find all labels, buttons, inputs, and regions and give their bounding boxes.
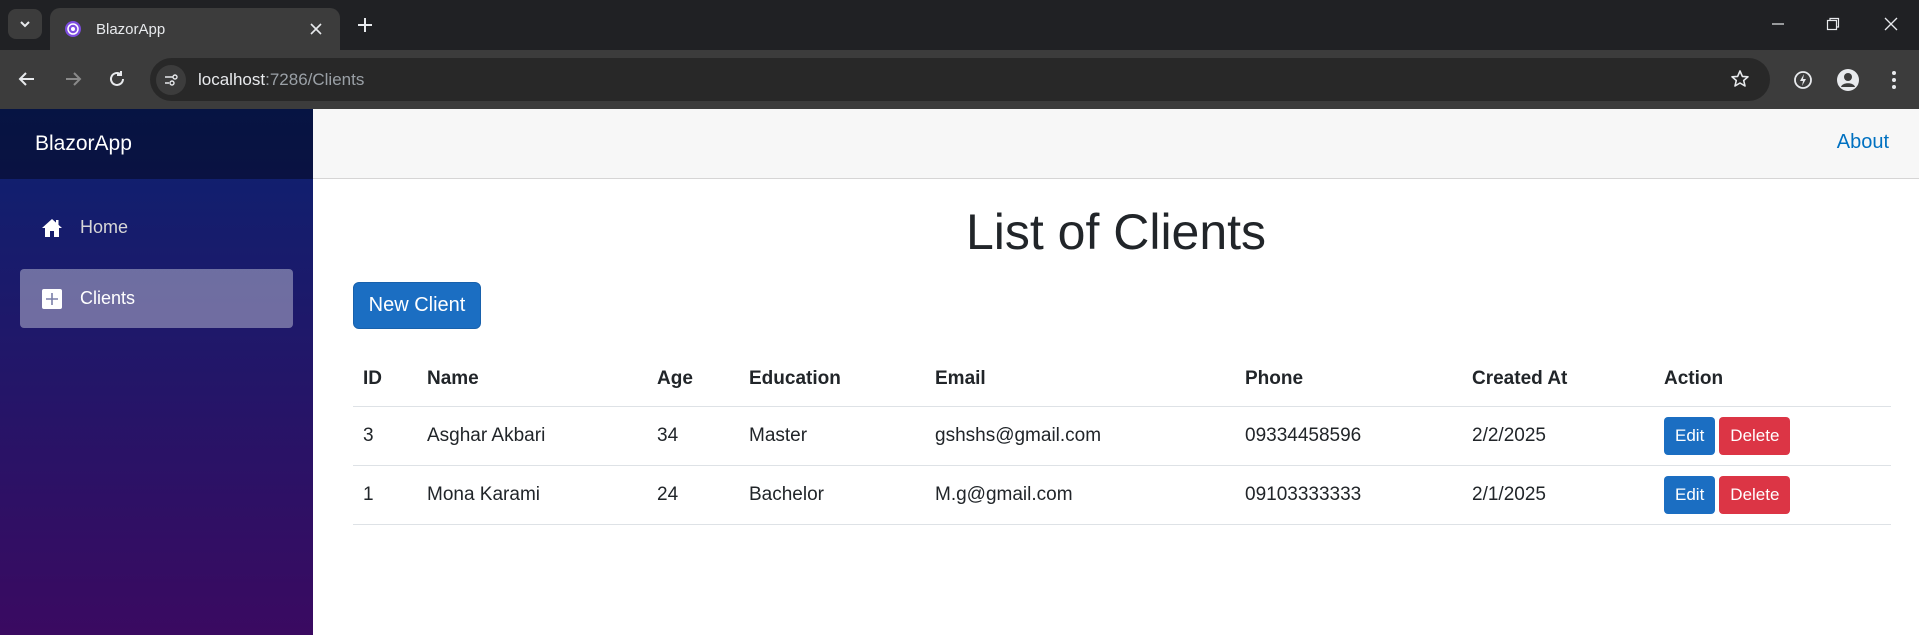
cell-age: 24 (647, 465, 739, 525)
cell-id: 3 (353, 406, 417, 466)
page-title: List of Clients (965, 204, 1267, 260)
top-row: About (313, 109, 1919, 179)
tab-title: BlazorApp (96, 20, 166, 38)
address-bar[interactable]: localhost:7286/Clients (150, 58, 1770, 101)
new-tab-button[interactable] (352, 12, 378, 38)
sidebar-item-clients[interactable]: Clients (20, 269, 293, 328)
cell-phone: 09103333333 (1235, 465, 1462, 525)
cell-name: Mona Karami (417, 465, 647, 525)
forward-button[interactable] (60, 66, 86, 92)
table-row: 3 Asghar Akbari 34 Master gshshs@gmail.c… (353, 406, 1891, 466)
url-text: localhost:7286/Clients (198, 70, 364, 90)
profile-avatar[interactable] (1834, 66, 1862, 94)
column-header: Name (417, 353, 647, 407)
edit-button[interactable]: Edit (1664, 416, 1716, 455)
column-header: Age (647, 353, 739, 407)
home-icon (40, 216, 64, 240)
brand-bar: BlazorApp (0, 109, 313, 179)
cell-education: Master (739, 406, 925, 466)
column-header: Education (739, 353, 925, 407)
minimize-icon (1772, 23, 1784, 25)
close-icon (1884, 17, 1898, 31)
arrow-right-icon (66, 72, 82, 86)
delete-button[interactable]: Delete (1719, 416, 1791, 455)
sidebar-item-label: Clients (80, 288, 136, 308)
window-close-button[interactable] (1879, 12, 1903, 36)
bookmark-star-icon[interactable] (1728, 67, 1752, 91)
main-content: About List of Clients New Client ID Name… (313, 109, 1919, 635)
close-icon[interactable] (306, 19, 326, 39)
new-client-button[interactable]: New Client (353, 282, 481, 329)
arrow-left-icon (18, 72, 34, 86)
browser-tab[interactable]: BlazorApp (50, 8, 340, 50)
person-icon (1837, 69, 1859, 91)
cell-actions: Edit Delete (1654, 465, 1891, 525)
tab-search-button[interactable] (8, 9, 42, 39)
cell-email: M.g@gmail.com (925, 465, 1235, 525)
sidebar: BlazorApp Home Clients (0, 109, 313, 635)
back-button[interactable] (14, 66, 40, 92)
restore-icon (1826, 17, 1840, 31)
cell-actions: Edit Delete (1654, 406, 1891, 466)
column-header: ID (353, 353, 417, 407)
cell-email: gshshs@gmail.com (925, 406, 1235, 466)
column-header: Created At (1462, 353, 1654, 407)
clients-table: ID Name Age Education Email Phone Create… (353, 353, 1891, 525)
cell-name: Asghar Akbari (417, 406, 647, 466)
column-header: Phone (1235, 353, 1462, 407)
browser-toolbar: localhost:7286/Clients (0, 50, 1919, 109)
blazor-app: BlazorApp Home Clients About List of Cli… (0, 109, 1919, 635)
url-path: :7286/Clients (265, 69, 365, 89)
column-header: Action (1654, 353, 1891, 407)
sidebar-item-label: Home (80, 217, 129, 237)
browser-tab-bar: BlazorApp (0, 0, 1919, 50)
plus-icon (358, 18, 372, 32)
url-host: localhost (198, 69, 266, 89)
app-brand[interactable]: BlazorApp (35, 132, 132, 156)
menu-kebab-icon[interactable] (1880, 66, 1908, 94)
table-row: 1 Mona Karami 24 Bachelor M.g@gmail.com … (353, 465, 1891, 525)
cell-phone: 09334458596 (1235, 406, 1462, 466)
minimize-button[interactable] (1766, 12, 1790, 36)
plus-square-icon (40, 287, 64, 311)
cell-age: 34 (647, 406, 739, 466)
cell-education: Bachelor (739, 465, 925, 525)
sidebar-item-home[interactable]: Home (20, 198, 293, 257)
performance-icon[interactable] (1789, 66, 1817, 94)
restore-button[interactable] (1821, 12, 1845, 36)
about-link[interactable]: About (1837, 131, 1889, 154)
reload-button[interactable] (104, 66, 130, 92)
cell-id: 1 (353, 465, 417, 525)
reload-icon (110, 71, 124, 86)
chevron-down-icon (20, 21, 30, 28)
cell-created-at: 2/1/2025 (1462, 465, 1654, 525)
site-info-icon[interactable] (156, 64, 186, 95)
table-header-row: ID Name Age Education Email Phone Create… (353, 353, 1891, 407)
blazor-icon (64, 20, 82, 38)
delete-button[interactable]: Delete (1719, 475, 1791, 514)
column-header: Email (925, 353, 1235, 407)
edit-button[interactable]: Edit (1664, 475, 1716, 514)
cell-created-at: 2/2/2025 (1462, 406, 1654, 466)
